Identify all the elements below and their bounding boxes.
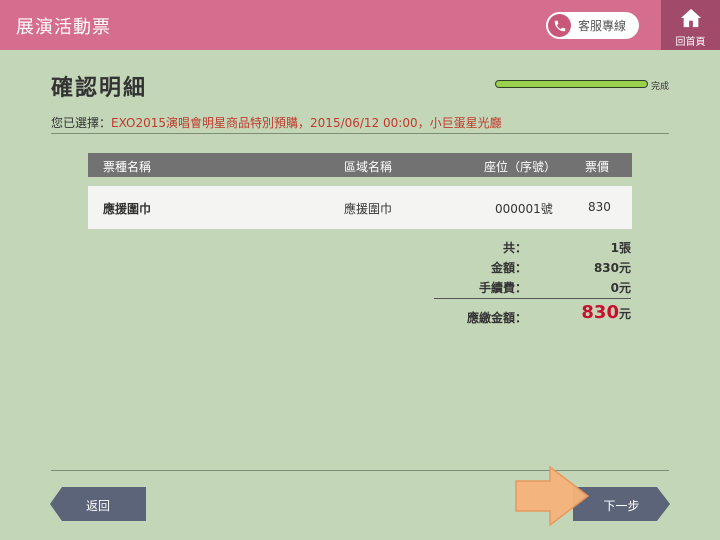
- summary-divider: [434, 298, 631, 299]
- fee-label: 手續費：: [478, 281, 527, 295]
- pointer-arrow-icon: [515, 465, 590, 527]
- summary: 共： 1張 金額： 830元 手續費： 0元 應繳金額： 830元: [0, 0, 720, 540]
- total-number: 830: [581, 302, 619, 323]
- count-value: 1張: [610, 241, 631, 255]
- amount-value: 830元: [593, 261, 631, 275]
- total-unit: 元: [618, 307, 631, 321]
- total-value: 830元: [581, 302, 631, 323]
- back-button[interactable]: 返回: [50, 487, 146, 521]
- amount-label: 金額：: [490, 261, 527, 275]
- count-label: 共：: [502, 241, 527, 255]
- back-button-label: 返回: [85, 499, 110, 513]
- total-label: 應繳金額：: [466, 311, 527, 325]
- fee-value: 0元: [610, 281, 631, 295]
